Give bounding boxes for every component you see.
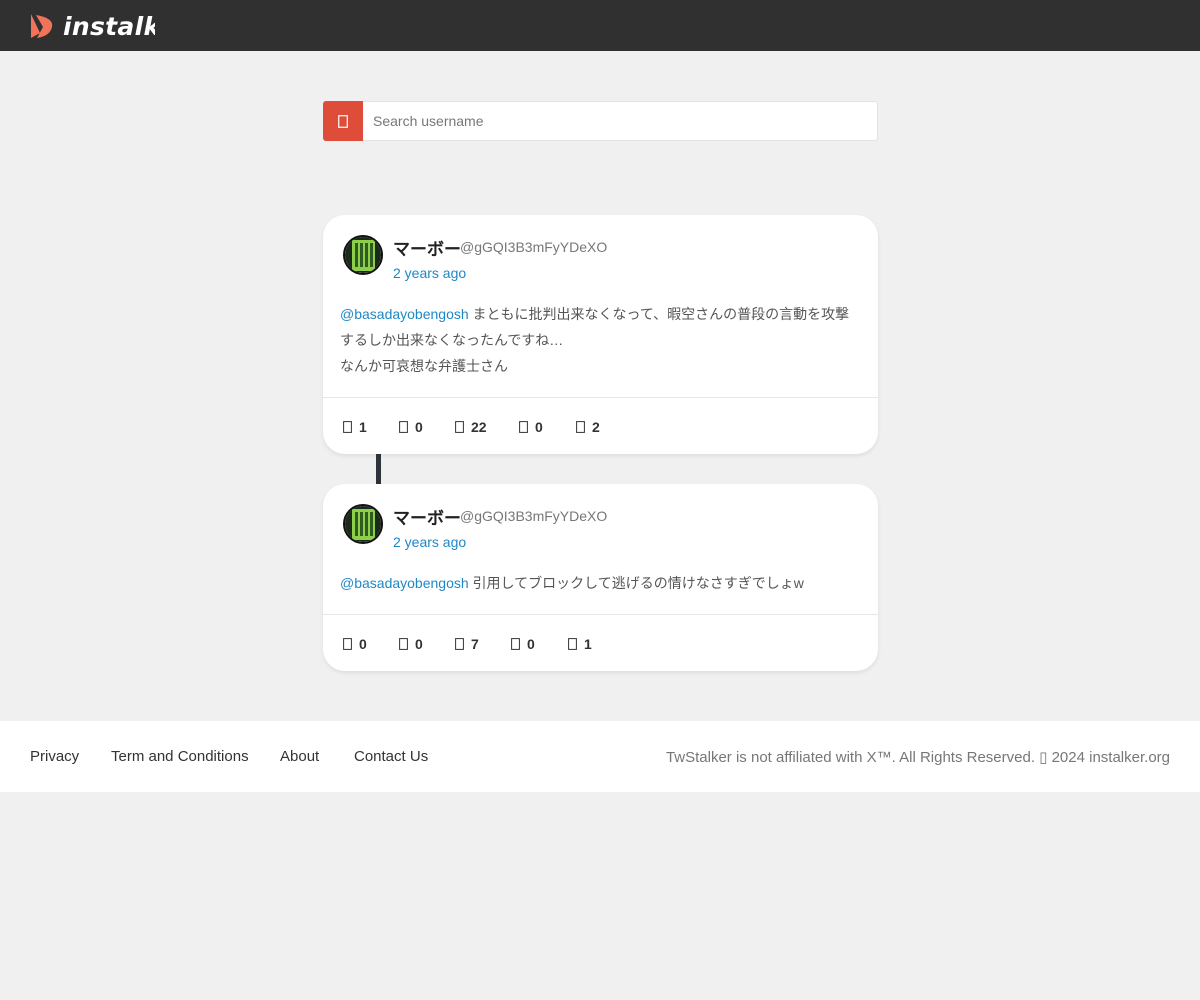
search-input[interactable] (363, 102, 877, 140)
tweet-time[interactable]: 2 years ago (393, 265, 466, 281)
footer: Privacy Term and Conditions About Contac… (0, 721, 1200, 792)
display-name[interactable]: マーボー (393, 504, 461, 529)
tweet-card: マーボー @gGQI3B3mFyYDeXO 2 years ago @basad… (323, 484, 878, 671)
tweet-text: @basadayobengosh まともに批判出来なくなって、暇空さんの普段の言… (340, 306, 850, 374)
reply-icon (343, 421, 352, 433)
tweet-stats: 0 0 7 0 1 (343, 636, 592, 652)
retweet-icon (399, 421, 408, 433)
avatar-image (345, 506, 381, 542)
search-button[interactable] (323, 101, 363, 141)
quote-icon (511, 638, 520, 650)
search-bar (323, 101, 878, 141)
tweet-text: @basadayobengosh 引用してブロックして逃げるの情けなさすぎでしょ… (340, 575, 804, 591)
like-stat[interactable]: 22 (455, 419, 519, 435)
tweet-time[interactable]: 2 years ago (393, 534, 466, 550)
reply-stat[interactable]: 1 (343, 419, 399, 435)
heart-icon (455, 638, 464, 650)
like-stat[interactable]: 7 (455, 636, 511, 652)
retweet-icon (399, 638, 408, 650)
top-bar: instalker (0, 0, 1200, 51)
footer-link-contact[interactable]: Contact Us (354, 748, 428, 765)
quote-stat[interactable]: 0 (519, 419, 576, 435)
mention-link[interactable]: @basadayobengosh (340, 306, 469, 322)
user-handle[interactable]: @gGQI3B3mFyYDeXO (460, 239, 607, 255)
quote-icon (519, 421, 528, 433)
avatar[interactable] (343, 504, 383, 544)
bookmark-icon (576, 421, 585, 433)
bookmark-icon (568, 638, 577, 650)
quote-stat[interactable]: 0 (511, 636, 568, 652)
tweet-card: マーボー @gGQI3B3mFyYDeXO 2 years ago @basad… (323, 215, 878, 454)
mention-link[interactable]: @basadayobengosh (340, 575, 469, 591)
divider (323, 397, 878, 398)
footer-link-terms[interactable]: Term and Conditions (111, 748, 249, 765)
logo[interactable]: instalker (28, 11, 155, 41)
retweet-stat[interactable]: 0 (399, 636, 455, 652)
footer-link-privacy[interactable]: Privacy (30, 748, 79, 765)
display-name[interactable]: マーボー (393, 235, 461, 260)
search-icon (338, 114, 348, 128)
logo-icon (31, 14, 53, 38)
thread-connector (376, 454, 381, 484)
logo-text: instalker (63, 11, 155, 41)
tweet-stats: 1 0 22 0 2 (343, 419, 600, 435)
divider (323, 614, 878, 615)
user-handle[interactable]: @gGQI3B3mFyYDeXO (460, 508, 607, 524)
bookmark-stat[interactable]: 2 (576, 419, 600, 435)
copyright-text: TwStalker is not affiliated with X™. All… (665, 749, 1170, 766)
heart-icon (455, 421, 464, 433)
reply-icon (343, 638, 352, 650)
reply-stat[interactable]: 0 (343, 636, 399, 652)
retweet-stat[interactable]: 0 (399, 419, 455, 435)
avatar-image (345, 237, 381, 273)
bookmark-stat[interactable]: 1 (568, 636, 592, 652)
avatar[interactable] (343, 235, 383, 275)
footer-link-about[interactable]: About (280, 748, 319, 765)
